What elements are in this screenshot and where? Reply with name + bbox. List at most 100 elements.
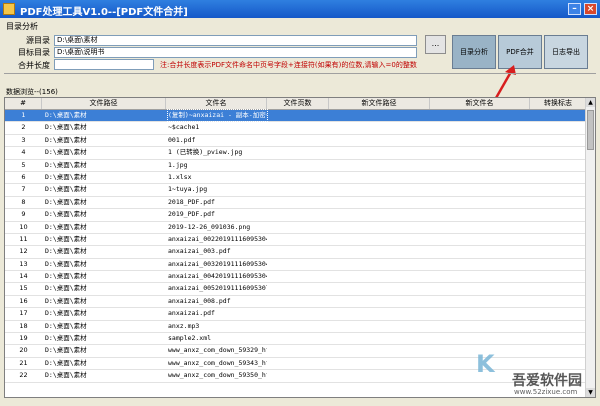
table-row[interactable]: 3 D:\桌面\素材 001.pdf — [5, 135, 587, 148]
cell-file-path: D:\桌面\素材 — [45, 334, 87, 343]
cell-file-name: (复制)~anxaizai - 副本-加密~g — [167, 109, 268, 122]
cell-index: 20 — [19, 346, 28, 355]
scroll-up-icon[interactable]: ▲ — [586, 98, 595, 107]
cell-index: 11 — [19, 234, 28, 243]
cell-file-path: D:\桌面\素材 — [45, 172, 87, 181]
cell-file-name: 2018_PDF.pdf — [168, 197, 215, 206]
grid-caption: 数据浏览--(156) — [6, 88, 58, 96]
grid-body: 1 D:\桌面\素材 (复制)~anxaizai - 副本-加密~g 2 D:\桌面\素… — [5, 109, 587, 383]
table-row[interactable]: 5 D:\桌面\素材 1.jpg — [5, 160, 587, 172]
cell-file-name: anxaizai.pdf — [168, 309, 215, 318]
col-header-index[interactable]: # — [5, 98, 42, 109]
cell-index: 9 — [21, 210, 26, 219]
cell-file-path: D:\桌面\素材 — [45, 135, 87, 144]
cell-file-name: 1.jpg — [168, 160, 188, 169]
cell-file-path: D:\桌面\素材 — [45, 272, 87, 281]
table-row[interactable]: 8 D:\桌面\素材 2018_PDF.pdf — [5, 197, 587, 210]
cell-file-path: D:\桌面\素材 — [45, 148, 87, 157]
table-row[interactable]: 15 D:\桌面\素材 anxaizai_00520191116095307739 — [5, 283, 587, 296]
cell-index: 10 — [19, 222, 28, 231]
table-row[interactable]: 17 D:\桌面\素材 anxaizai.pdf — [5, 308, 587, 321]
cell-index: 4 — [21, 148, 26, 157]
watermark-url: www.52zixue.com — [514, 388, 578, 396]
cell-index: 2 — [21, 123, 26, 132]
table-row[interactable]: 14 D:\桌面\素材 anxaizai_00420191116095304025 — [5, 271, 587, 284]
table-row[interactable]: 13 D:\桌面\素材 anxaizai_00320191116095304025 — [5, 259, 587, 272]
grid-header: # 文件路径 文件名 文件页数 新文件路径 新文件名 转换标志 — [5, 98, 587, 110]
cell-file-name: anxaizai_00220191116095304025 — [168, 234, 267, 243]
table-row[interactable]: 1 D:\桌面\素材 (复制)~anxaizai - 副本-加密~g — [5, 109, 587, 123]
scroll-thumb[interactable] — [587, 110, 594, 150]
cell-index: 21 — [19, 358, 28, 367]
cell-index: 3 — [21, 135, 26, 144]
cell-index: 17 — [19, 309, 28, 318]
table-row[interactable]: 7 D:\桌面\素材 1~tuya.jpg — [5, 184, 587, 197]
cell-file-name: 1~tuya.jpg — [168, 185, 208, 194]
cell-file-name: 2019-12-26_091036.png — [168, 222, 251, 231]
cell-file-path: D:\桌面\素材 — [45, 247, 87, 256]
cell-index: 19 — [19, 334, 28, 343]
cell-file-name: 1 (已转换)_pview.jpg — [168, 148, 243, 157]
col-header-convert-flag[interactable]: 转换标志 — [530, 98, 587, 109]
cell-file-name: 1.xlsx — [168, 172, 192, 181]
table-row[interactable]: 11 D:\桌面\素材 anxaizai_00220191116095304025 — [5, 234, 587, 247]
cell-file-name: ~$cache1 — [168, 123, 200, 132]
cell-file-path: D:\桌面\素材 — [45, 259, 87, 268]
cell-index: 6 — [21, 172, 26, 181]
watermark-logo: K 吾爱软件园 www.52zixue.com — [476, 350, 594, 402]
table-row[interactable]: 2 D:\桌面\素材 ~$cache1 — [5, 122, 587, 135]
table-row[interactable]: 4 D:\桌面\素材 1 (已转换)_pview.jpg — [5, 147, 587, 160]
cell-file-path: D:\桌面\素材 — [45, 284, 87, 293]
table-row[interactable]: 10 D:\桌面\素材 2019-12-26_091036.png — [5, 222, 587, 234]
watermark-mark-icon: K — [476, 350, 495, 378]
cell-index: 22 — [19, 371, 28, 380]
cell-file-path: D:\桌面\素材 — [45, 309, 87, 318]
cell-file-name: anxz.mp3 — [168, 321, 200, 330]
watermark-brand: 吾爱软件园 — [512, 373, 582, 389]
cell-index: 13 — [19, 259, 28, 268]
col-header-new-path[interactable]: 新文件路径 — [329, 98, 430, 109]
cell-index: 1 — [21, 111, 26, 119]
cell-index: 5 — [21, 160, 26, 169]
cell-file-name: www_anxz_com_down_59329_html — [168, 346, 267, 355]
col-header-new-name[interactable]: 新文件名 — [430, 98, 530, 109]
cell-file-name: anxaizai_003.pdf — [168, 247, 231, 256]
table-row[interactable]: 12 D:\桌面\素材 anxaizai_003.pdf — [5, 246, 587, 259]
col-header-file-name[interactable]: 文件名 — [166, 98, 267, 109]
table-row[interactable]: 6 D:\桌面\素材 1.xlsx — [5, 172, 587, 185]
table-row[interactable]: 19 D:\桌面\素材 sample2.xml — [5, 333, 587, 346]
cell-file-name: www_anxz_com_down_59350_html — [168, 371, 267, 380]
cell-file-path: D:\桌面\素材 — [45, 222, 87, 231]
cell-file-name: 001.pdf — [168, 135, 196, 144]
cell-index: 12 — [19, 247, 28, 256]
table-row[interactable]: 9 D:\桌面\素材 2019_PDF.pdf — [5, 209, 587, 222]
cell-file-path: D:\桌面\素材 — [45, 358, 87, 367]
cell-index: 16 — [19, 296, 28, 305]
cell-file-name: 2019_PDF.pdf — [168, 210, 215, 219]
section-divider — [4, 73, 596, 74]
cell-file-path: D:\桌面\素材 — [45, 346, 87, 355]
col-header-page-count[interactable]: 文件页数 — [267, 98, 329, 109]
cell-file-name: sample2.xml — [168, 334, 212, 343]
cell-index: 8 — [21, 197, 26, 206]
cell-file-path: D:\桌面\素材 — [45, 321, 87, 330]
cell-file-path: D:\桌面\素材 — [45, 234, 87, 243]
table-row[interactable]: 16 D:\桌面\素材 anxaizai_008.pdf — [5, 296, 587, 309]
cell-file-name: anxaizai_00520191116095307739 — [168, 284, 267, 293]
cell-file-name: anxaizai_00320191116095304025 — [168, 259, 267, 268]
cell-index: 7 — [21, 185, 26, 194]
cell-file-path: D:\桌面\素材 — [45, 111, 87, 119]
cell-file-name: www_anxz_com_down_59343_html — [168, 358, 267, 367]
cell-file-path: D:\桌面\素材 — [45, 197, 87, 206]
cell-file-path: D:\桌面\素材 — [45, 371, 87, 380]
table-row[interactable]: 18 D:\桌面\素材 anxz.mp3 — [5, 321, 587, 334]
cell-file-path: D:\桌面\素材 — [45, 185, 87, 194]
col-header-file-path[interactable]: 文件路径 — [42, 98, 166, 109]
cell-file-path: D:\桌面\素材 — [45, 123, 87, 132]
cell-file-name: anxaizai_00420191116095304025 — [168, 272, 267, 281]
cell-index: 18 — [19, 321, 28, 330]
cell-file-path: D:\桌面\素材 — [45, 160, 87, 169]
cell-index: 14 — [19, 272, 28, 281]
cell-index: 15 — [19, 284, 28, 293]
cell-file-name: anxaizai_008.pdf — [168, 296, 231, 305]
